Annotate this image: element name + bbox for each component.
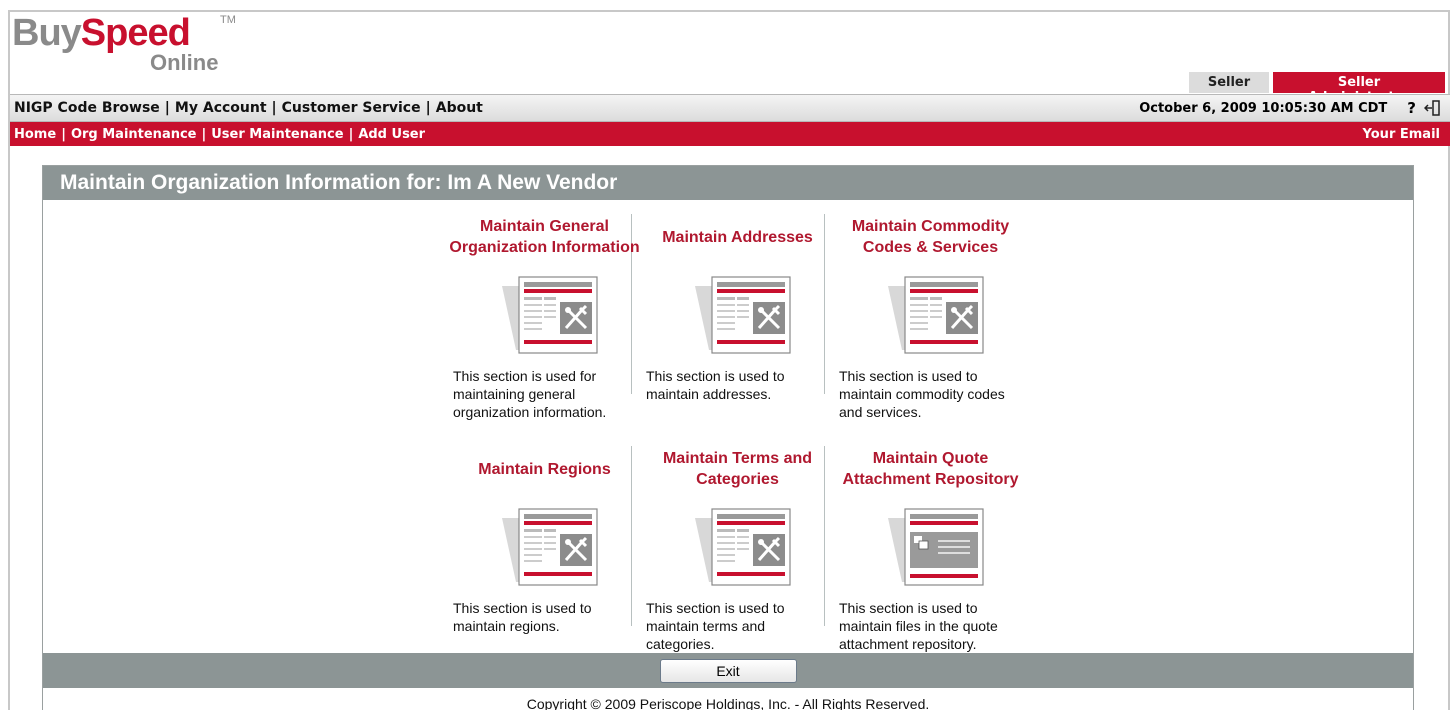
section-title-link[interactable]: Maintain Regions (448, 438, 641, 500)
section-regions: Maintain Regions This section is used to… (448, 438, 641, 635)
nav-about[interactable]: About (436, 100, 483, 116)
section-description: This section is used for maintaining gen… (453, 368, 607, 420)
section-description: This section is used to maintain regions… (453, 600, 592, 634)
tools-document-icon[interactable] (695, 508, 791, 586)
tab-seller-administrator[interactable]: Seller Administrator (1273, 72, 1445, 105)
copyright: Copyright © 2009 Periscope Holdings, Inc… (526, 696, 930, 710)
datetime: October 6, 2009 10:05:30 AM CDT (1139, 100, 1388, 116)
attachment-document-icon[interactable] (888, 508, 984, 586)
tools-document-icon[interactable] (888, 276, 984, 354)
section-commodity-codes: Maintain Commodity Codes & Services This… (834, 206, 1027, 421)
section-addresses: Maintain Addresses This section is used … (641, 206, 834, 403)
section-general-organization: Maintain General Organization Informatio… (448, 206, 641, 421)
tools-document-icon[interactable] (502, 276, 598, 354)
maintain-organization-panel: Maintain Organization Information for: I… (42, 165, 1414, 710)
nav-home[interactable]: Home (14, 127, 56, 142)
nav-org-maintenance[interactable]: Org Maintenance (71, 127, 197, 142)
section-title-link[interactable]: Maintain Commodity Codes & Services (834, 206, 1027, 268)
nav-nigp-code-browse[interactable]: NIGP Code Browse (14, 100, 160, 116)
help-icon[interactable]: ? (1407, 99, 1416, 117)
logout-icon[interactable] (1423, 100, 1442, 116)
role-tabs: Seller Seller Administrator (1189, 72, 1445, 105)
section-quote-attachment: Maintain Quote Attachment Repository Thi… (834, 438, 1027, 653)
nav-user-maintenance[interactable]: User Maintenance (211, 127, 343, 142)
section-title-link[interactable]: Maintain Addresses (641, 206, 834, 268)
your-email-link[interactable]: Your Email (1363, 127, 1440, 142)
section-navigation: Home | Org Maintenance | User Maintenance | Ad… (10, 122, 1450, 146)
section-title-link[interactable]: Maintain Quote Attachment Repository (834, 438, 1027, 500)
tools-document-icon[interactable] (695, 276, 791, 354)
nav-customer-service[interactable]: Customer Service (282, 100, 421, 116)
nav-my-account[interactable]: My Account (175, 100, 267, 116)
exit-button[interactable]: Exit (659, 658, 797, 683)
section-terms-categories: Maintain Terms and Categories This secti… (641, 438, 834, 653)
section-description: This section is used to maintain files i… (839, 600, 998, 652)
page-title: Maintain Organization Information for: I… (43, 166, 1413, 200)
footer-bar: Exit (43, 653, 1413, 688)
tools-document-icon[interactable] (502, 508, 598, 586)
section-description: This section is used to maintain terms a… (646, 600, 785, 652)
section-description: This section is used to maintain address… (646, 368, 785, 402)
section-title-link[interactable]: Maintain General Organization Informatio… (448, 206, 641, 268)
buyspeed-logo: BuySpeed TM Online (12, 12, 236, 75)
section-title-link[interactable]: Maintain Terms and Categories (641, 438, 834, 500)
section-description: This section is used to maintain commodi… (839, 368, 1005, 420)
tab-seller[interactable]: Seller (1189, 72, 1269, 93)
nav-add-user[interactable]: Add User (358, 127, 425, 142)
top-navigation: NIGP Code Browse | My Account | Customer Ser… (10, 94, 1450, 122)
